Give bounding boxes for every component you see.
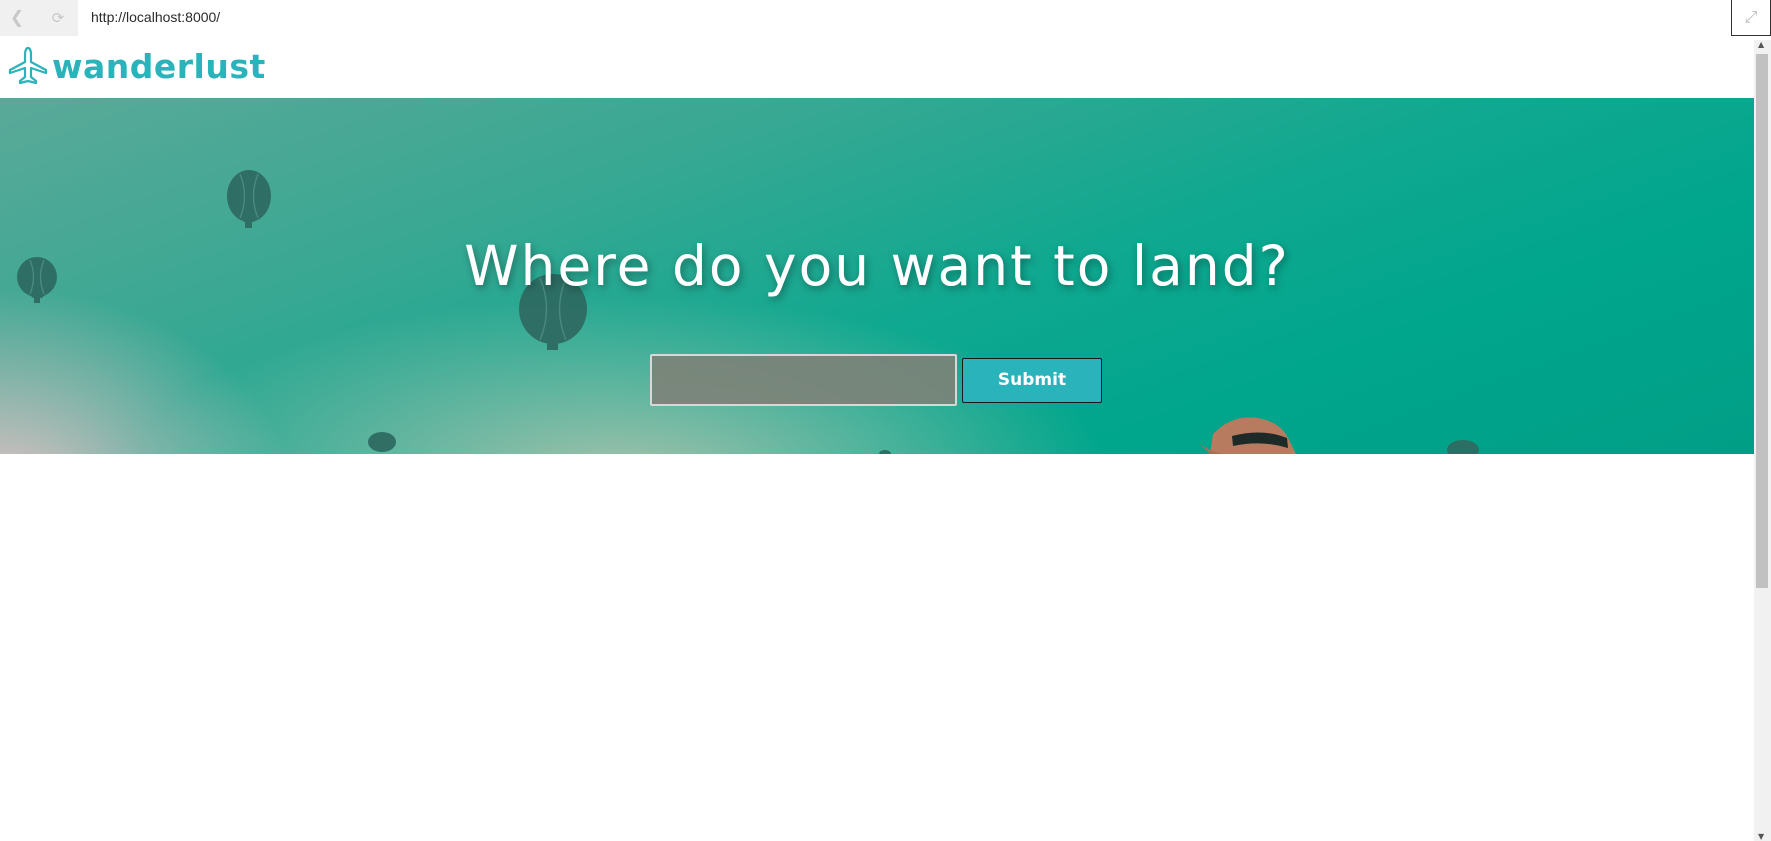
page-scrollbar[interactable]: ▲ ▼ bbox=[1754, 40, 1771, 841]
reload-icon[interactable]: ⟳ bbox=[47, 7, 69, 29]
airplane-icon bbox=[8, 46, 48, 85]
expand-icon[interactable]: ⤢ bbox=[1731, 0, 1771, 36]
site-header: wanderlust bbox=[0, 40, 1754, 98]
hero-banner: Where do you want to land? Submit bbox=[0, 98, 1754, 454]
back-arrow-icon[interactable]: ❮ bbox=[6, 7, 28, 29]
balloon-illustration bbox=[17, 170, 1479, 454]
scroll-down-icon[interactable]: ▼ bbox=[1758, 832, 1764, 841]
hero-heading: Where do you want to land? bbox=[464, 234, 1290, 298]
browser-nav-group: ❮ ⟳ bbox=[0, 0, 78, 36]
logo-wordmark: wanderlust bbox=[52, 46, 266, 86]
browser-toolbar: ❮ ⟳ http://localhost:8000/ ⤢ bbox=[0, 0, 1771, 36]
hat-illustration bbox=[1200, 417, 1296, 454]
submit-button[interactable]: Submit bbox=[962, 358, 1102, 403]
site-logo[interactable]: wanderlust bbox=[8, 46, 266, 86]
destination-search-input[interactable] bbox=[650, 354, 957, 406]
scroll-thumb[interactable] bbox=[1756, 54, 1768, 588]
address-bar-url[interactable]: http://localhost:8000/ bbox=[91, 9, 220, 25]
scroll-up-icon[interactable]: ▲ bbox=[1758, 40, 1764, 49]
